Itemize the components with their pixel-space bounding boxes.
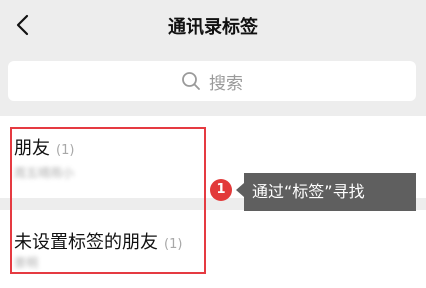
- search-input[interactable]: 搜索: [8, 61, 416, 101]
- step-number-badge: 1: [210, 179, 232, 201]
- nav-header: 通讯录标签: [0, 0, 426, 50]
- highlight-annotation-box: [10, 127, 206, 274]
- tooltip-text: 通过“标签”寻找: [244, 173, 416, 211]
- search-area: 搜索: [0, 50, 426, 116]
- tooltip-arrow: [236, 183, 244, 197]
- page-title: 通讯录标签: [168, 17, 258, 38]
- search-placeholder: 搜索: [209, 73, 243, 94]
- search-icon: [182, 72, 200, 90]
